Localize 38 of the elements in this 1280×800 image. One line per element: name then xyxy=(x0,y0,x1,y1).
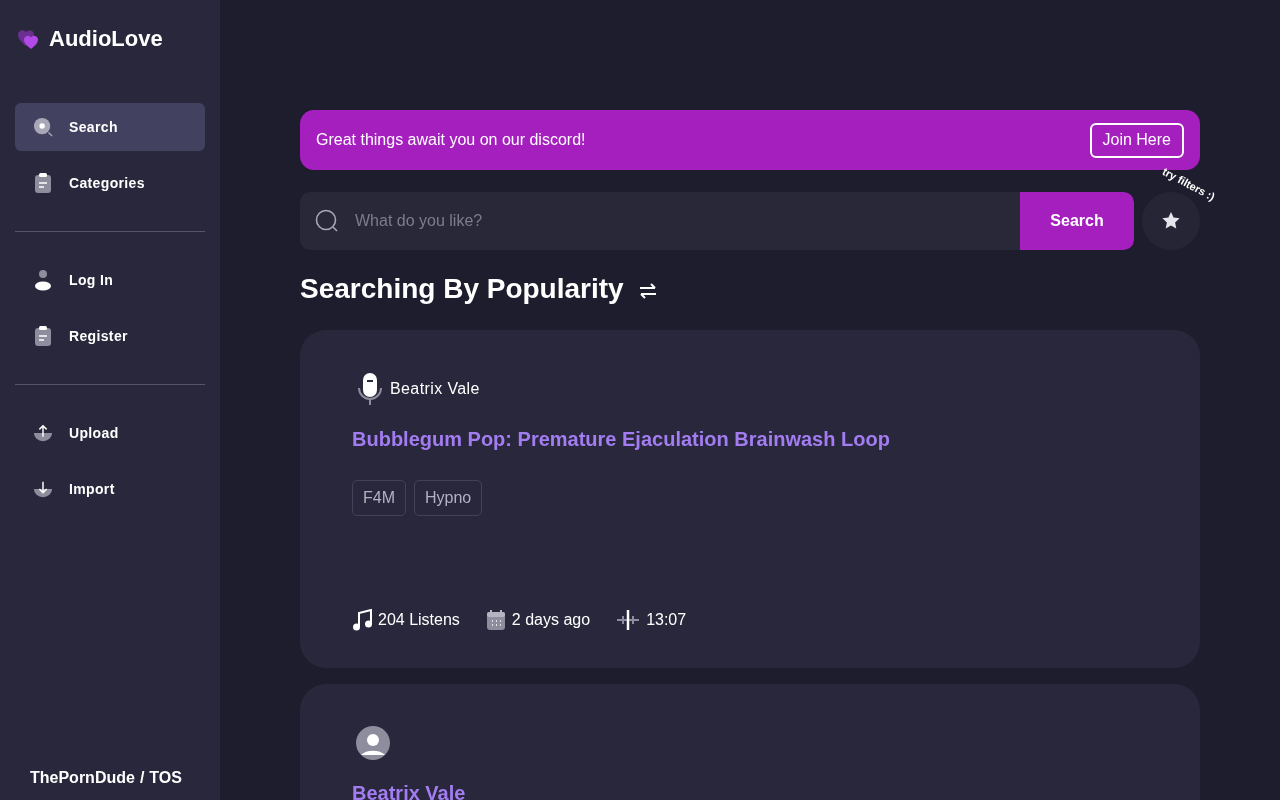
join-button[interactable]: Join Here xyxy=(1089,122,1184,158)
waveform-icon xyxy=(616,609,641,631)
footer-link[interactable]: ThePornDude xyxy=(30,766,135,790)
track-title-link[interactable]: Beatrix Vale xyxy=(352,778,466,800)
sidebar-item[interactable]: Import xyxy=(15,465,205,513)
sidebar-item[interactable]: Upload xyxy=(15,409,205,457)
sidebar-item[interactable]: Register xyxy=(15,312,205,360)
music-note-icon xyxy=(352,609,372,631)
upload-icon xyxy=(33,423,53,443)
swap-arrows-icon[interactable] xyxy=(637,282,658,300)
hearts-logo-icon xyxy=(17,27,41,50)
sidebar-item[interactable]: Search xyxy=(15,103,205,151)
search-icon xyxy=(33,116,53,138)
upload-date: 2 days ago xyxy=(511,610,591,630)
calendar-icon xyxy=(485,609,506,631)
footer-link[interactable]: TOS xyxy=(149,766,182,790)
clipboard-icon xyxy=(33,172,53,194)
author-link[interactable]: Beatrix Vale xyxy=(390,377,480,401)
brand-name[interactable]: AudioLove xyxy=(49,22,163,55)
sidebar-item[interactable]: Categories xyxy=(15,159,205,207)
avatar-icon xyxy=(356,726,390,760)
sidebar-item[interactable]: Log In xyxy=(15,256,205,304)
separator-text: / xyxy=(139,768,145,788)
user-icon xyxy=(33,269,53,291)
tag[interactable]: F4M xyxy=(352,480,406,516)
download-icon xyxy=(33,479,53,499)
search-button[interactable]: Search xyxy=(1020,192,1134,250)
tag[interactable]: Hypno xyxy=(414,480,483,516)
microphone-icon xyxy=(356,372,384,406)
duration-text: 13:07 xyxy=(646,610,687,630)
search-icon xyxy=(315,209,339,233)
listens-count: 204 Listens xyxy=(378,610,460,630)
banner-text: Great things await you on our discord! xyxy=(316,130,586,150)
clipboard-icon xyxy=(33,325,53,347)
section-heading: Searching By Popularity xyxy=(300,272,624,306)
track-title-link[interactable]: Bubblegum Pop: Premature Ejaculation Brainwash Loop xyxy=(352,424,890,454)
star-icon xyxy=(1161,211,1181,231)
search-field[interactable]: What do you like? Search xyxy=(300,192,1134,250)
